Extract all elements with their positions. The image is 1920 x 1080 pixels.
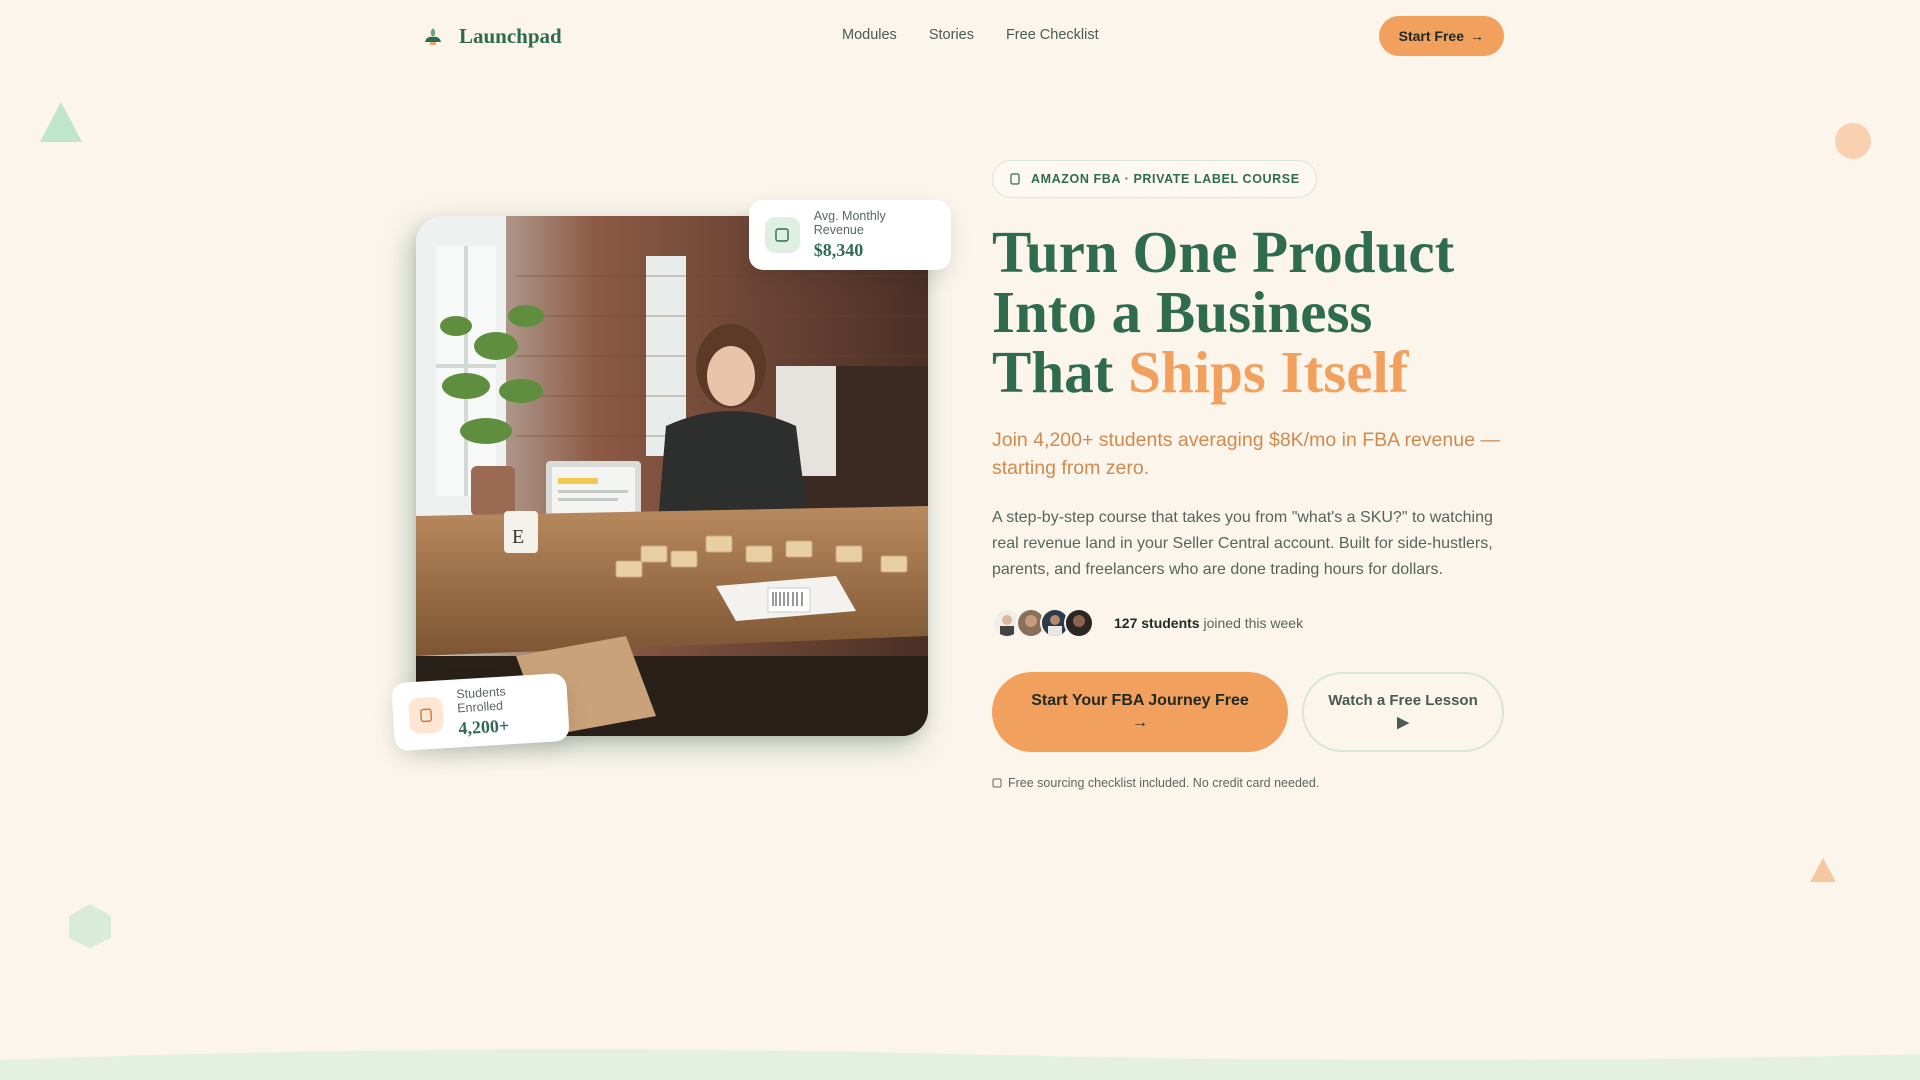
users-icon [408,696,445,735]
bottom-wave [0,1049,1920,1080]
secondary-cta-label: Watch a Free Lesson [1328,692,1478,709]
nav-link-stories[interactable]: Stories [929,27,974,43]
social-proof-text: 127 students joined this week [1114,615,1303,631]
top-navigation: Launchpad Modules Stories Free Checklist… [413,12,1504,60]
check-icon [992,778,1002,788]
headline-line-3: That [992,339,1129,405]
hero-subheadline: Join 4,200+ students averaging $8K/mo in… [992,429,1500,479]
chart-icon [765,217,800,253]
nav-links: Modules Stories Free Checklist [842,27,1099,43]
brand-name: Launchpad [459,23,562,48]
avatar-group [992,608,1094,638]
checklist-note-text: Free sourcing checklist included. No cre… [1008,776,1320,790]
primary-cta-label: Start Your FBA Journey Free [1031,692,1249,709]
watch-free-lesson-button[interactable]: Watch a Free Lesson ▶ [1302,672,1504,752]
arrow-right-icon: → [1470,28,1484,44]
box-icon [1010,173,1020,185]
course-badge-label: AMAZON FBA · PRIVATE LABEL COURSE [1031,172,1300,186]
revenue-card-label: Avg. Monthly Revenue [813,209,886,237]
hero-description: A step-by-step course that takes you fro… [992,509,1493,578]
play-icon: ▶ [1397,714,1409,731]
social-proof-suffix: joined this week [1199,615,1304,631]
headline-line-1: Turn One Product [992,219,1455,285]
start-fba-journey-button[interactable]: Start Your FBA Journey Free → [992,672,1288,752]
headline-accent: Ships Itself [1128,339,1409,405]
checklist-note: Free sourcing checklist included. No cre… [992,776,1319,790]
avatar [1064,608,1094,638]
nav-link-modules[interactable]: Modules [842,27,897,43]
revenue-card-value: $8,340 [813,240,864,260]
start-free-button[interactable]: Start Free → [1378,16,1504,56]
svg-text:E: E [512,526,524,548]
rocket-plant-logo-icon [425,28,441,45]
students-card-label: Students Enrolled [455,684,507,716]
decor-circle-peach [1835,123,1871,159]
social-proof-count: 127 students [1114,615,1200,631]
decor-triangle-peach [1810,858,1836,882]
social-proof: 127 students joined this week [992,608,1303,638]
decor-hexagon-green [69,904,111,948]
hero-photo: E [416,216,928,736]
decor-triangle-green [40,102,82,142]
course-badge: AMAZON FBA · PRIVATE LABEL COURSE [992,160,1317,198]
headline-line-2: Into a Business [992,279,1373,345]
arrow-right-icon: → [1132,714,1148,731]
hero-headline: Turn One Product Into a Business That Sh… [992,222,1552,402]
revenue-stat-card: Avg. Monthly Revenue $8,340 [749,200,951,270]
brand[interactable]: Launchpad [421,24,562,49]
students-stat-card: Students Enrolled 4,200+ [391,672,570,752]
nav-link-free-checklist[interactable]: Free Checklist [1006,27,1099,43]
start-free-label: Start Free [1398,28,1464,44]
students-card-value: 4,200+ [457,715,510,739]
